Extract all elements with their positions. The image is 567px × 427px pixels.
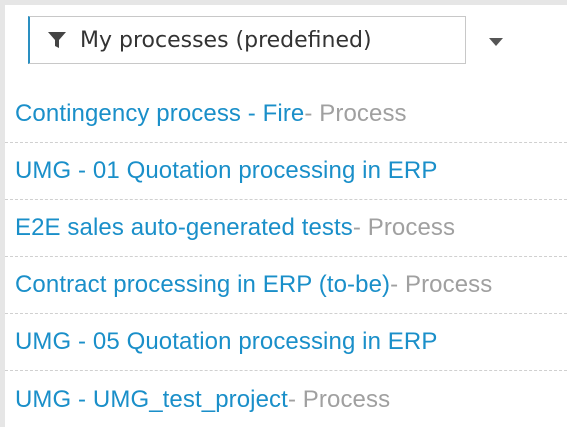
- list-item: Contingency process - Fire - Process: [5, 86, 567, 143]
- process-type: - Process: [352, 214, 456, 241]
- filter-dropdown-button[interactable]: [476, 16, 516, 64]
- panel-top-border: [0, 0, 567, 5]
- process-link[interactable]: UMG - UMG_test_project: [15, 386, 288, 414]
- process-type: - Process: [304, 100, 407, 127]
- process-link[interactable]: E2E sales auto-generated tests: [15, 214, 353, 242]
- process-list-panel: My processes (predefined) Contingency pr…: [0, 0, 567, 427]
- filter-select[interactable]: My processes (predefined): [28, 16, 466, 64]
- process-type: - Process: [287, 385, 391, 413]
- filter-icon: [46, 29, 68, 51]
- list-item: Contract processing in ERP (to-be) - Pro…: [5, 257, 567, 314]
- filter-row: My processes (predefined): [28, 16, 548, 68]
- process-link[interactable]: Contingency process - Fire: [15, 100, 304, 128]
- list-item: E2E sales auto-generated tests - Process: [5, 200, 567, 257]
- chevron-down-icon: [489, 31, 503, 50]
- process-list: Contingency process - Fire - Process UMG…: [5, 86, 567, 427]
- process-link[interactable]: UMG - 01 Quotation processing in ERP: [15, 157, 437, 185]
- list-item: UMG - 01 Quotation processing in ERP: [5, 143, 567, 200]
- list-item: UMG - 05 Quotation processing in ERP: [5, 314, 567, 371]
- process-link[interactable]: UMG - 05 Quotation processing in ERP: [15, 328, 437, 356]
- process-link[interactable]: Contract processing in ERP (to-be): [15, 271, 390, 299]
- list-item: UMG - UMG_test_project - Process: [5, 371, 567, 427]
- process-type: - Process: [390, 271, 493, 298]
- filter-label: My processes (predefined): [80, 27, 372, 53]
